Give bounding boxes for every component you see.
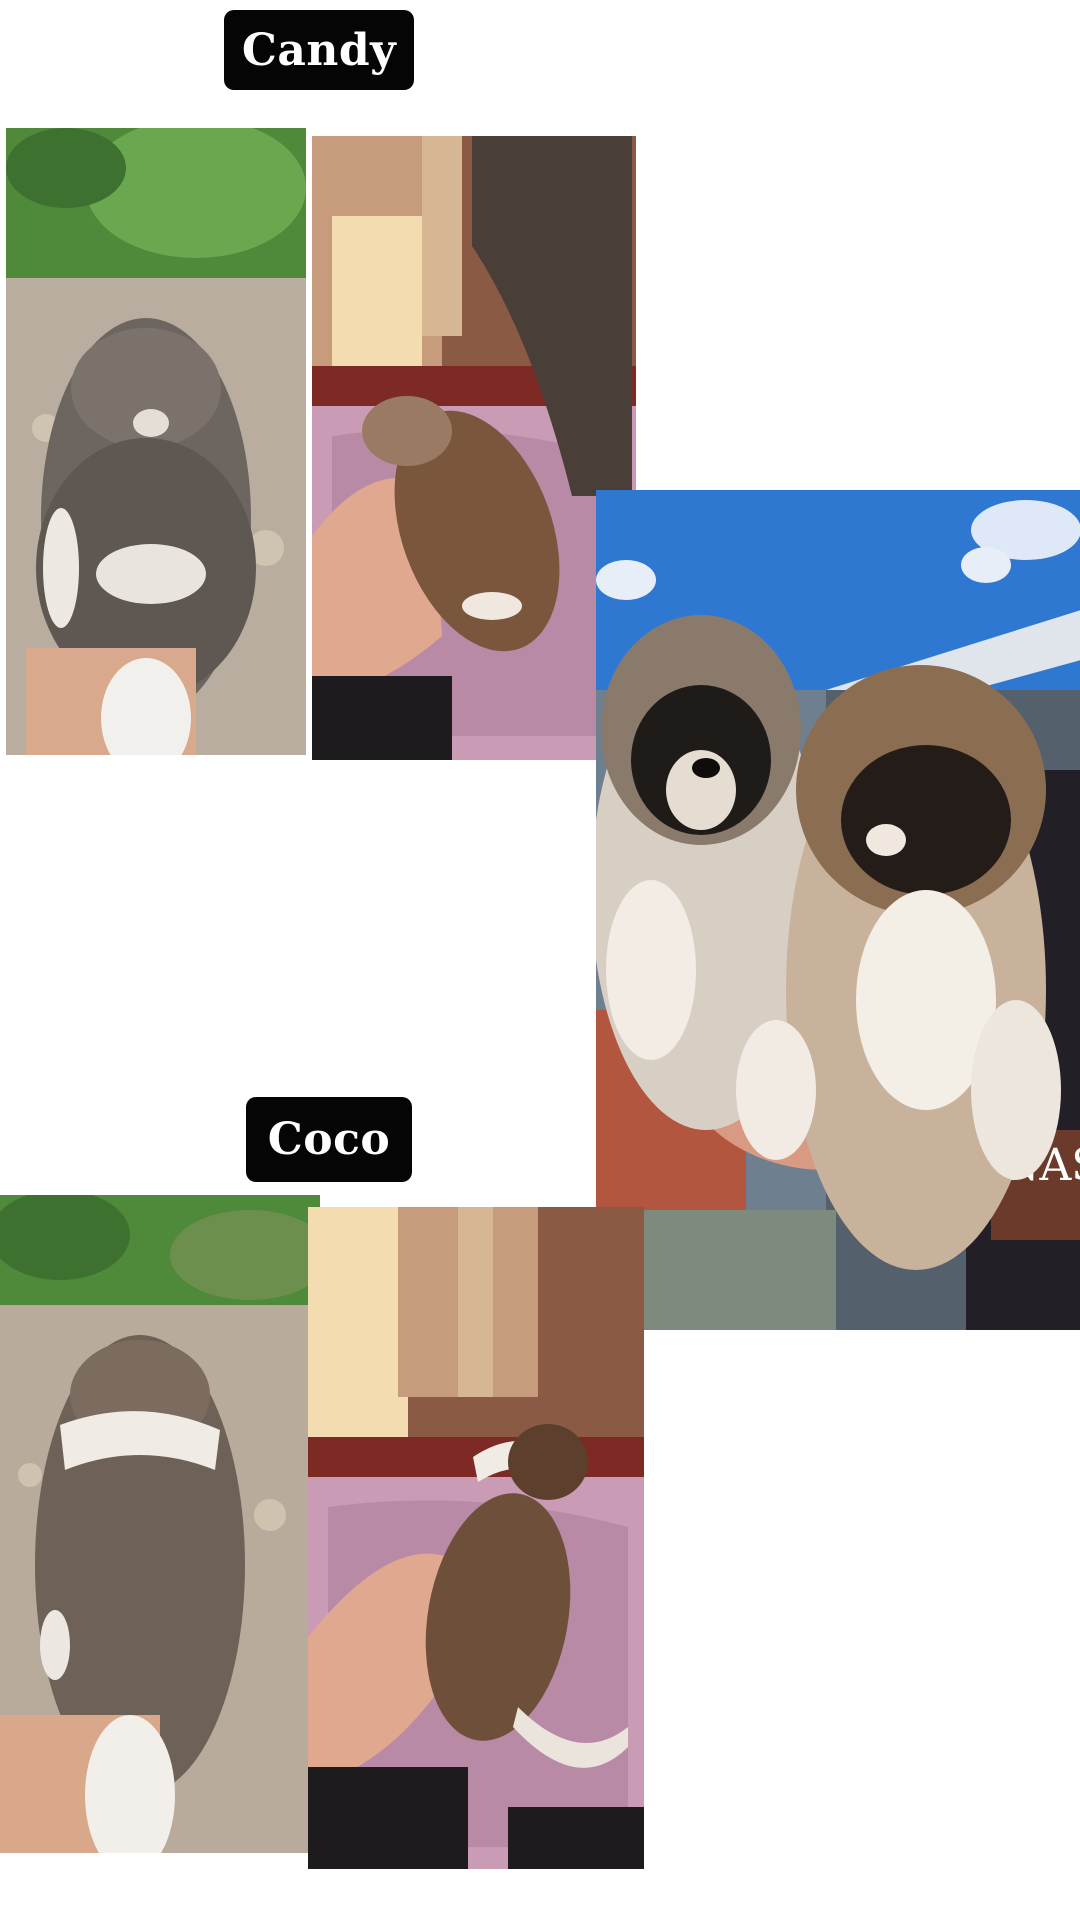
name-label-coco: Coco xyxy=(246,1097,412,1182)
name-label-candy: Candy xyxy=(224,10,414,90)
photo-candy-back xyxy=(6,128,306,755)
photo-coco-back xyxy=(0,1195,320,1853)
photo-candy-hand xyxy=(312,136,636,760)
photo-coco-hand xyxy=(308,1207,644,1869)
photo-two-puppies: NAS xyxy=(596,490,1080,1330)
